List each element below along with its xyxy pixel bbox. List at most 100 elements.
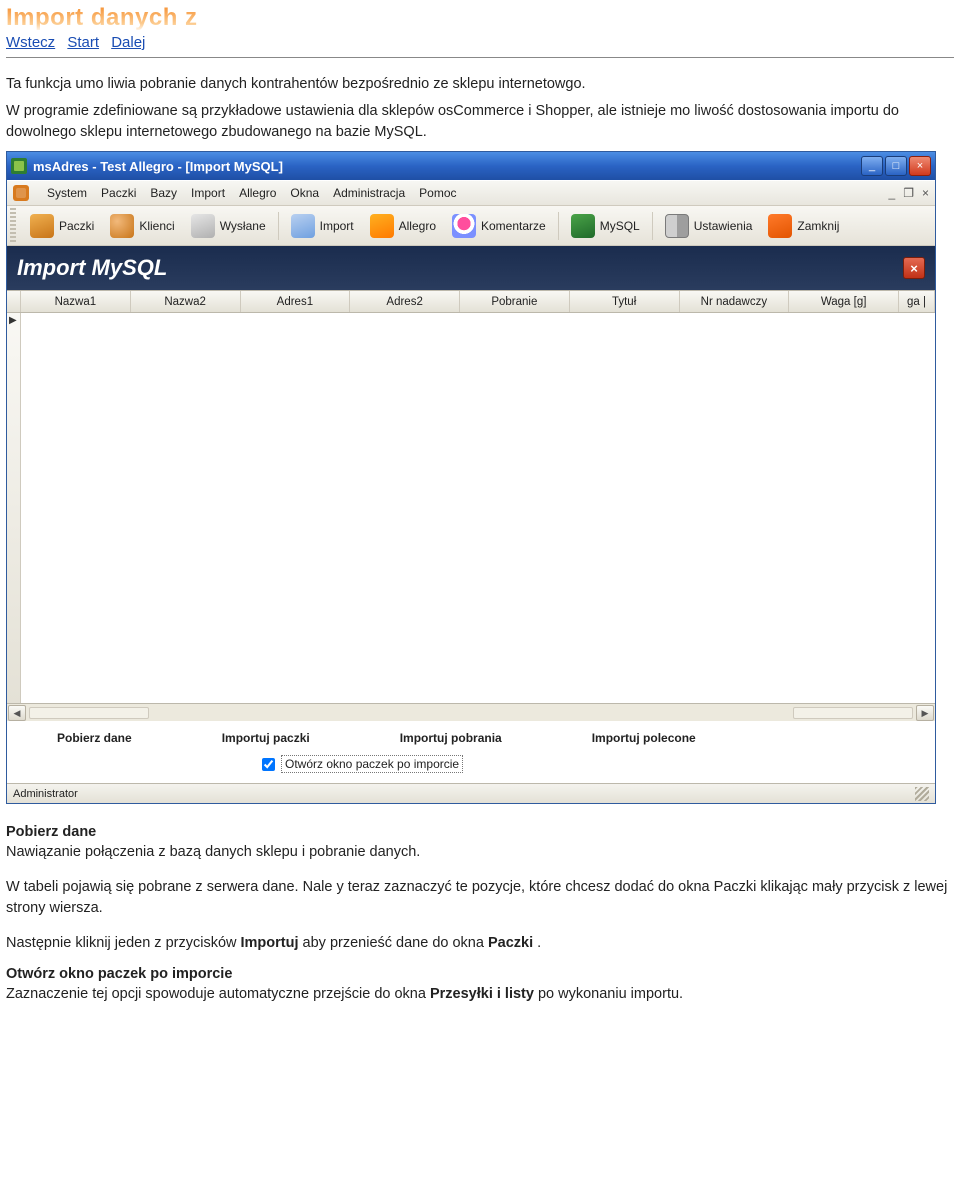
grid-row-selector-header [7, 291, 21, 312]
next-step-text-b: aby przenieść dane do okna [303, 935, 488, 951]
nav-links: Wstecz Start Dalej [6, 34, 954, 51]
panel-close-button[interactable]: × [903, 257, 925, 279]
toolbar-mysql-label: MySQL [600, 219, 640, 233]
grid-current-row-marker-icon: ▶ [9, 315, 17, 326]
envelope-icon [191, 214, 215, 238]
app-icon [11, 158, 27, 174]
action-importuj-polecone[interactable]: Importuj polecone [592, 731, 696, 745]
menubar: System Paczki Bazy Import Allegro Okna A… [7, 180, 935, 206]
grid-header-adres1[interactable]: Adres1 [241, 291, 351, 312]
grid-header-nazwa1[interactable]: Nazwa1 [21, 291, 131, 312]
action-bar: Pobierz dane Importuj paczki Importuj po… [7, 721, 935, 783]
toolbar-ustawienia-button[interactable]: Ustawienia [657, 210, 761, 242]
next-step-strong-importuj: Importuj [241, 935, 299, 951]
box-icon [30, 214, 54, 238]
checkbox-open-after-import[interactable] [262, 758, 275, 771]
toolbar-sep [558, 212, 559, 240]
grid-header-tytul[interactable]: Tytuł [570, 291, 680, 312]
mysql-icon [571, 214, 595, 238]
section-table-text: W tabeli pojawią się pobrane z serwera d… [6, 877, 954, 919]
grid-body[interactable]: ▶ [7, 313, 935, 703]
action-pobierz-dane[interactable]: Pobierz dane [57, 731, 132, 745]
grid-header-adres2[interactable]: Adres2 [350, 291, 460, 312]
mdi-minimize-icon[interactable]: _ [889, 186, 896, 200]
toolbar-zamknij-button[interactable]: Zamknij [760, 210, 847, 242]
next-step-text-c: . [537, 935, 541, 951]
open-text-strong: Przesyłki i listy [430, 986, 534, 1002]
toolbar-sep [652, 212, 653, 240]
grid-header-nr-nadawczy[interactable]: Nr nadawczy [680, 291, 790, 312]
app-window: msAdres - Test Allegro - [Import MySQL] … [6, 151, 936, 804]
document-icon [291, 214, 315, 238]
gear-icon [665, 214, 689, 238]
people-icon [110, 214, 134, 238]
toolbar-import-label: Import [320, 219, 354, 233]
menubar-logo-icon [13, 185, 29, 201]
section-next-step: Następnie kliknij jeden z przycisków Imp… [6, 933, 954, 954]
mdi-restore-icon[interactable]: ❐ [903, 186, 914, 200]
grid-hscrollbar[interactable]: ◀ ▶ [7, 703, 935, 721]
mdi-doc-controls: _ ❐ × [889, 186, 929, 200]
scroll-thumb-left[interactable] [29, 707, 149, 719]
allegro-icon [370, 214, 394, 238]
toolbar-import-button[interactable]: Import [283, 210, 362, 242]
toolbar-allegro-label: Allegro [399, 219, 436, 233]
toolbar-grip-icon[interactable] [10, 208, 16, 244]
toolbar-klienci-button[interactable]: Klienci [102, 210, 182, 242]
statusbar-user: Administrator [13, 788, 78, 800]
toolbar: Paczki Klienci Wysłane Import Allegro Ko… [7, 206, 935, 246]
mdi-close-icon[interactable]: × [922, 186, 929, 200]
menu-system[interactable]: System [47, 186, 87, 200]
nav-start[interactable]: Start [67, 34, 99, 51]
toolbar-komentarze-button[interactable]: Komentarze [444, 210, 554, 242]
section-pobierz-dane-text: Nawiązanie połączenia z bazą danych skle… [6, 842, 954, 863]
grid-header-pobranie[interactable]: Pobranie [460, 291, 570, 312]
panel-title: Import MySQL [17, 255, 167, 281]
toolbar-allegro-button[interactable]: Allegro [362, 210, 444, 242]
maximize-button[interactable]: □ [885, 156, 907, 176]
toolbar-mysql-button[interactable]: MySQL [563, 210, 648, 242]
grid-header-waga[interactable]: Waga [g] [789, 291, 899, 312]
panel-header: Import MySQL × [7, 246, 935, 290]
menu-okna[interactable]: Okna [290, 186, 319, 200]
resize-grip-icon[interactable] [915, 787, 929, 801]
statusbar: Administrator [7, 783, 935, 803]
checkbox-open-after-import-label[interactable]: Otwórz okno paczek po imporcie [281, 755, 463, 773]
scroll-track[interactable] [151, 704, 791, 721]
menu-paczki[interactable]: Paczki [101, 186, 136, 200]
toolbar-wyslane-button[interactable]: Wysłane [183, 210, 274, 242]
menu-bazy[interactable]: Bazy [150, 186, 177, 200]
nav-next[interactable]: Dalej [111, 34, 145, 51]
next-step-strong-paczki: Paczki [488, 935, 533, 951]
scroll-left-button[interactable]: ◀ [8, 705, 26, 721]
window-controls: _ □ × [861, 156, 931, 176]
data-grid: Nazwa1 Nazwa2 Adres1 Adres2 Pobranie Tyt… [7, 290, 935, 721]
section-open-text: Zaznaczenie tej opcji spowoduje automaty… [6, 984, 954, 1005]
divider [6, 57, 954, 58]
action-importuj-paczki[interactable]: Importuj paczki [222, 731, 310, 745]
toolbar-ustawienia-label: Ustawienia [694, 219, 753, 233]
toolbar-paczki-button[interactable]: Paczki [22, 210, 102, 242]
menu-allegro[interactable]: Allegro [239, 186, 276, 200]
scroll-thumb-right[interactable] [793, 707, 913, 719]
menu-administracja[interactable]: Administracja [333, 186, 405, 200]
page-title: Import danych z [6, 4, 954, 32]
toolbar-sep [278, 212, 279, 240]
toolbar-paczki-label: Paczki [59, 219, 94, 233]
minimize-button[interactable]: _ [861, 156, 883, 176]
titlebar[interactable]: msAdres - Test Allegro - [Import MySQL] … [7, 152, 935, 180]
menu-pomoc[interactable]: Pomoc [419, 186, 456, 200]
menu-import[interactable]: Import [191, 186, 225, 200]
close-button[interactable]: × [909, 156, 931, 176]
grid-header-nazwa2[interactable]: Nazwa2 [131, 291, 241, 312]
toolbar-klienci-label: Klienci [139, 219, 174, 233]
section-pobierz-dane-heading: Pobierz dane [6, 824, 954, 840]
toolbar-wyslane-label: Wysłane [220, 219, 266, 233]
toolbar-zamknij-label: Zamknij [797, 219, 839, 233]
action-importuj-pobrania[interactable]: Importuj pobrania [400, 731, 502, 745]
scroll-right-button[interactable]: ▶ [916, 705, 934, 721]
star-icon [452, 214, 476, 238]
grid-header-row: Nazwa1 Nazwa2 Adres1 Adres2 Pobranie Tyt… [7, 291, 935, 313]
nav-back[interactable]: Wstecz [6, 34, 55, 51]
grid-header-overflow[interactable]: ga | [899, 291, 935, 312]
